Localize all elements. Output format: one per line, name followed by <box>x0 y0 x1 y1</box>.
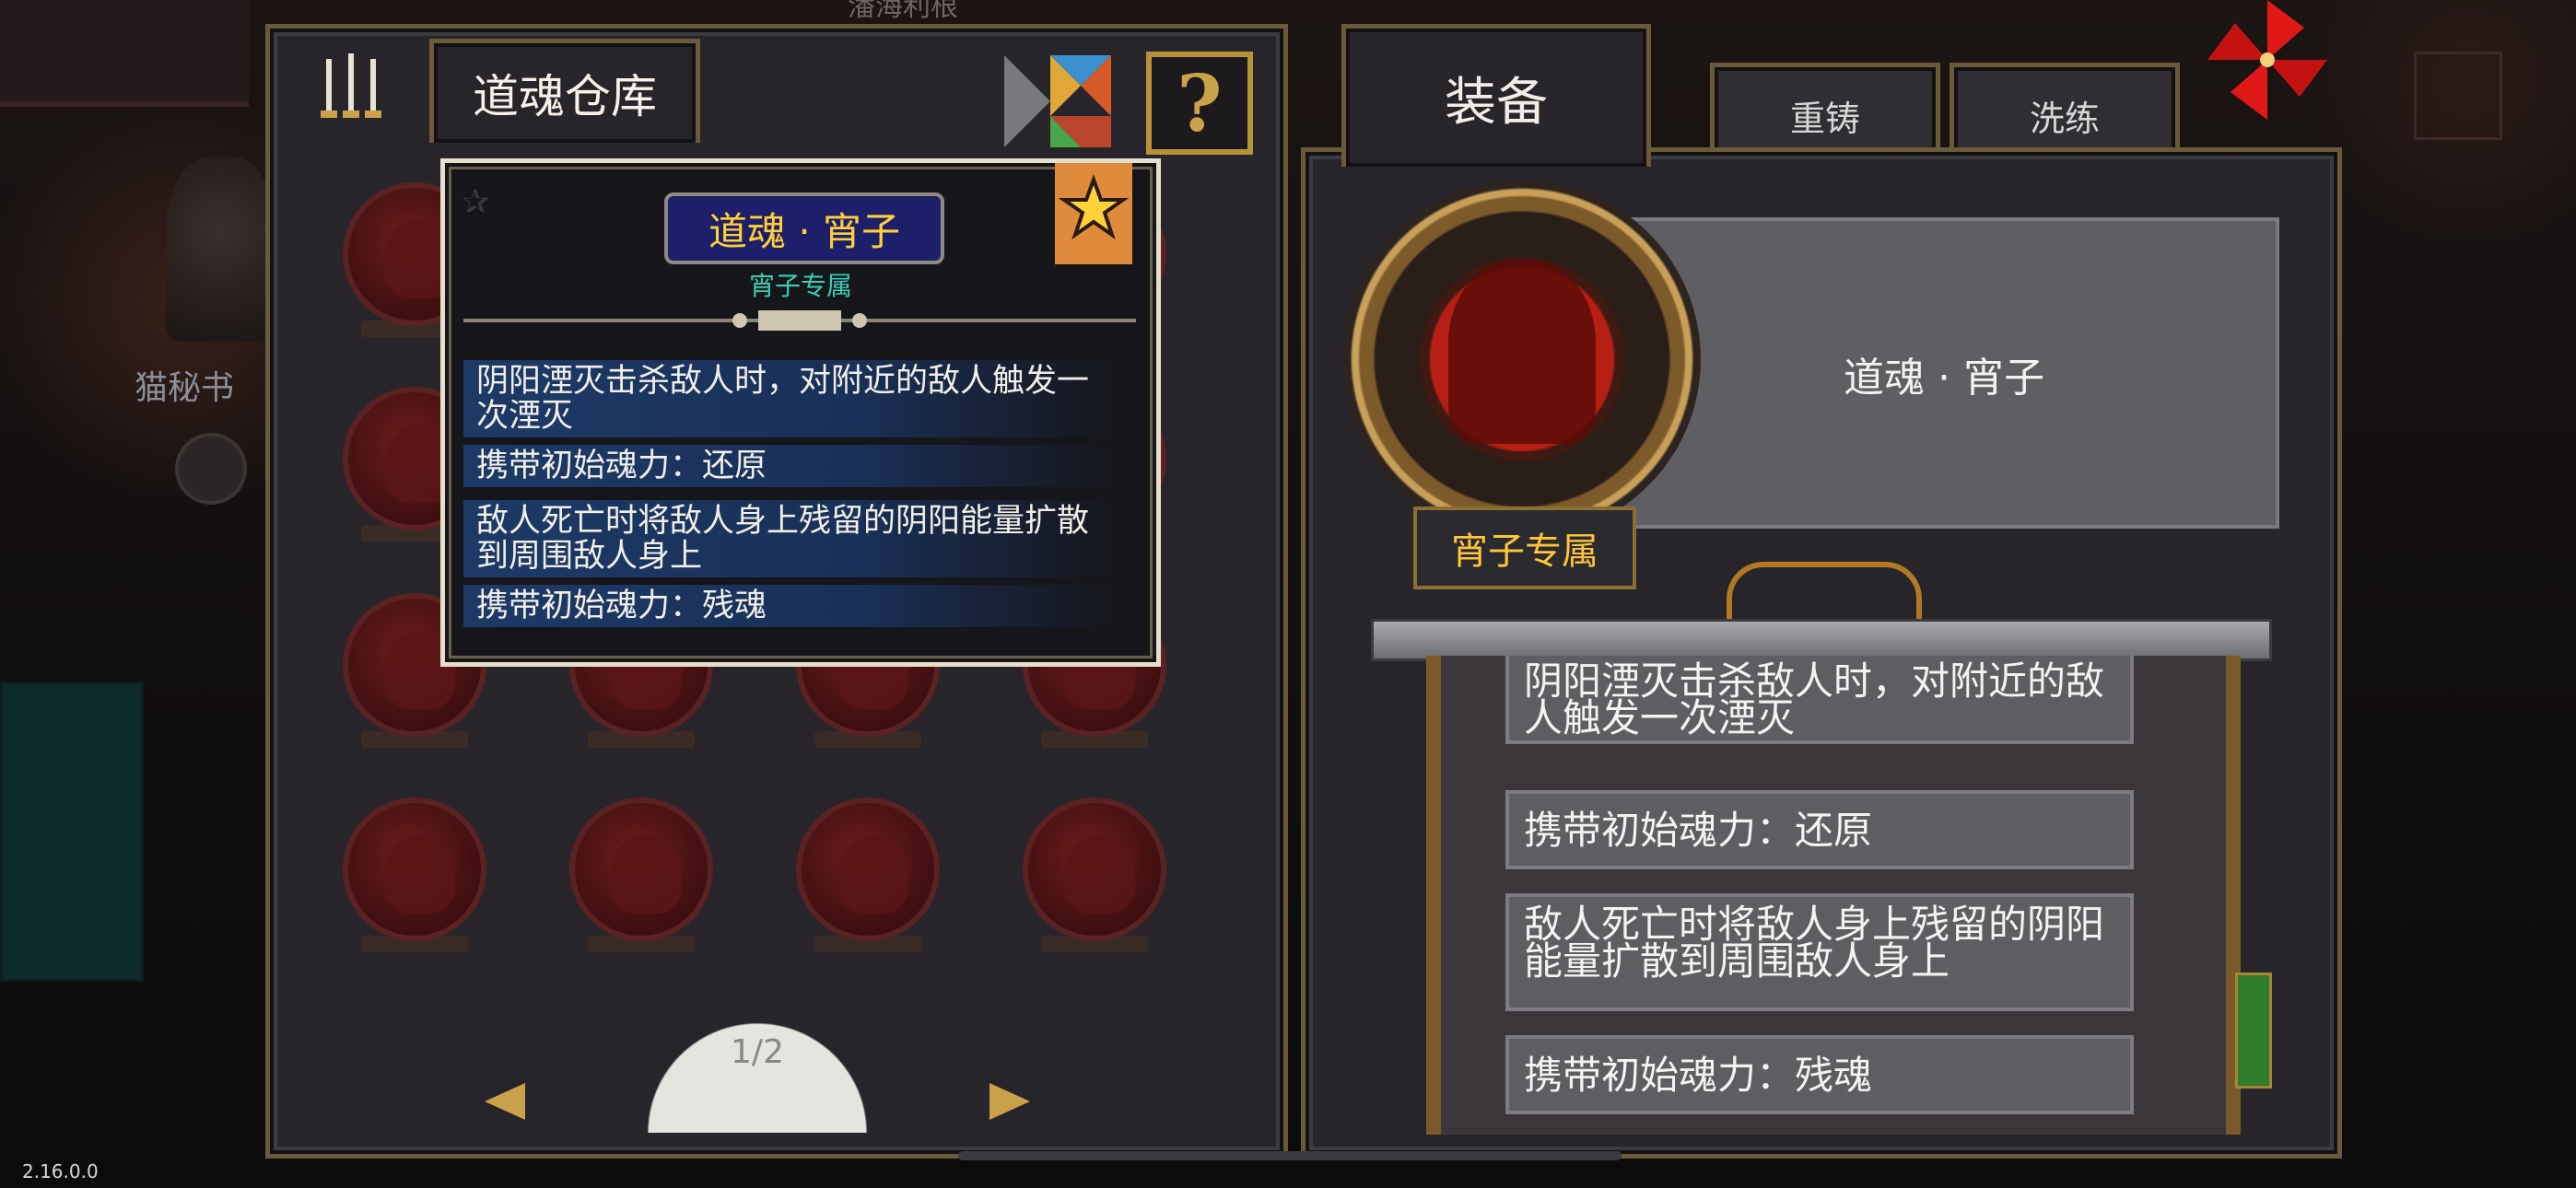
weapons-icon <box>321 53 381 118</box>
soul-disc-icon <box>343 798 486 941</box>
star-icon: ✰ <box>462 183 490 221</box>
npc-label: 猫秘书 <box>135 369 235 407</box>
character-portrait-icon <box>385 836 455 914</box>
soul-tooltip: ✰ 道魂 · 宵子 宵子专属 阴阳湮灭击杀敌人时，对附近的敌人触发一次湮灭 携带… <box>440 158 1161 667</box>
ornament-divider <box>463 310 1136 331</box>
effect-entry: 携带初始魂力：还原 <box>1505 790 2134 869</box>
soul-slot[interactable] <box>796 798 943 954</box>
npc-sprite <box>166 157 276 341</box>
storage-title: 道魂仓库 <box>429 39 700 143</box>
next-page-button[interactable] <box>989 1083 1030 1120</box>
tooltip-line: 携带初始魂力：还原 <box>463 445 1118 487</box>
page-indicator: 1/2 <box>639 1004 875 1133</box>
character-portrait-icon <box>1065 836 1135 914</box>
effects-scroll[interactable]: 阴阳湮灭击杀敌人时，对附近的敌人触发一次湮灭 携带初始魂力：还原 敌人死亡时将敌… <box>1426 656 2241 1135</box>
tooltip-line: 携带初始魂力：残魂 <box>463 585 1118 627</box>
version-label: 2.16.0.0 <box>22 1160 99 1182</box>
character-silhouette-icon <box>1448 260 1596 444</box>
tassel-decoration <box>2235 973 2272 1089</box>
soul-slot[interactable] <box>569 798 717 954</box>
effect-entry: 敌人死亡时将敌人身上残留的阴阳能量扩散到周围敌人身上 <box>1505 893 2134 1011</box>
tab-equip[interactable]: 装备 <box>1341 24 1651 167</box>
favorite-badge-icon[interactable] <box>1055 163 1132 264</box>
soul-disc-icon <box>569 798 713 941</box>
character-portrait-icon <box>612 836 682 914</box>
close-icon[interactable] <box>2414 52 2502 140</box>
help-button[interactable]: ? <box>1146 52 1253 155</box>
soul-name: 道魂 · 宵子 <box>1844 355 2044 402</box>
effect-entry: 携带初始魂力：残魂 <box>1505 1035 2134 1114</box>
character-portrait-icon <box>838 836 908 914</box>
soul-disc-icon <box>1023 798 1166 941</box>
prev-page-button[interactable] <box>485 1083 525 1120</box>
tooltip-line: 阴阳湮灭击杀敌人时，对附近的敌人触发一次湮灭 <box>463 360 1118 437</box>
world-floor-tile <box>0 681 144 982</box>
pet-sprite <box>175 433 247 505</box>
exclusive-label: 宵子专属 <box>1413 507 1636 589</box>
world-rug <box>0 0 249 107</box>
soul-disc-icon <box>796 798 940 941</box>
tooltip-title: 道魂 · 宵子 <box>664 192 944 264</box>
soul-slot[interactable] <box>343 798 490 954</box>
soul-name-box: 道魂 · 宵子 <box>1609 217 2279 529</box>
tangram-icon[interactable] <box>1004 55 1111 147</box>
area-label: 潘海利根 <box>848 0 958 23</box>
effect-entry: 阴阳湮灭击杀敌人时，对附近的敌人触发一次湮灭 <box>1505 656 2134 744</box>
horizontal-scrollbar[interactable] <box>958 1151 1622 1160</box>
pinwheel-icon[interactable] <box>2207 0 2327 120</box>
tooltip-subtitle: 宵子专属 <box>748 271 852 301</box>
tooltip-line: 敌人死亡时将敌人身上残留的阴阳能量扩散到周围敌人身上 <box>463 500 1118 577</box>
soul-slot[interactable] <box>1023 798 1170 954</box>
